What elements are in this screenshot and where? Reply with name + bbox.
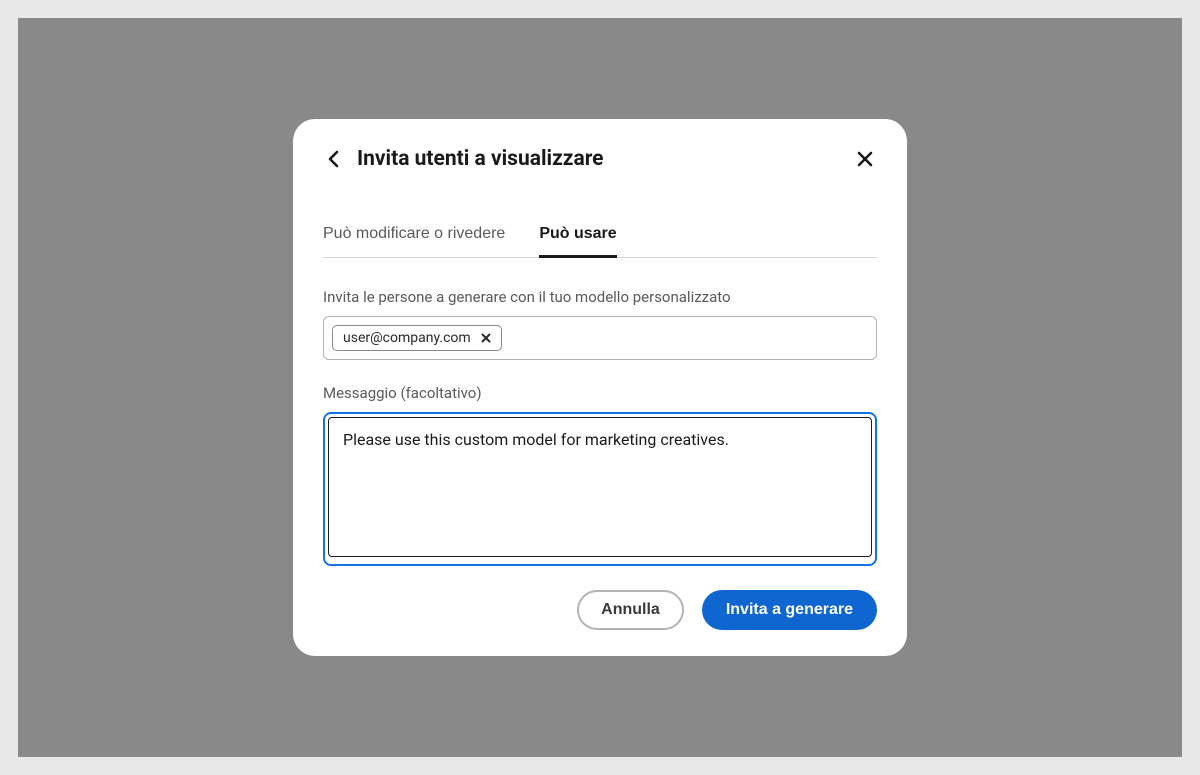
tabs: Può modificare o rivedere Può usare: [323, 225, 877, 258]
chevron-left-icon: [328, 150, 339, 168]
back-button[interactable]: [323, 149, 343, 169]
cancel-button[interactable]: Annulla: [577, 590, 684, 630]
dialog-title: Invita utenti a visualizzare: [357, 147, 604, 171]
email-input[interactable]: [508, 326, 868, 350]
close-icon: [481, 333, 491, 343]
email-chip: user@company.com: [332, 325, 502, 351]
tab-can-use[interactable]: Può usare: [539, 225, 616, 258]
message-label: Messaggio (facoltativo): [323, 384, 877, 402]
invite-dialog: Invita utenti a visualizzare Può modific…: [293, 119, 907, 656]
email-input-container[interactable]: user@company.com: [323, 316, 877, 360]
remove-chip-button[interactable]: [479, 331, 493, 345]
dialog-backdrop: Invita utenti a visualizzare Può modific…: [18, 18, 1182, 757]
invite-label: Invita le persone a generare con il tuo …: [323, 288, 877, 306]
dialog-footer: Annulla Invita a generare: [323, 590, 877, 630]
submit-button[interactable]: Invita a generare: [702, 590, 877, 630]
header-left: Invita utenti a visualizzare: [323, 147, 604, 171]
close-button[interactable]: [853, 147, 877, 171]
email-chip-text: user@company.com: [343, 330, 471, 346]
close-icon: [856, 150, 874, 168]
dialog-header: Invita utenti a visualizzare: [323, 147, 877, 171]
message-focus-ring: [323, 412, 877, 566]
tab-can-edit-review[interactable]: Può modificare o rivedere: [323, 225, 505, 258]
message-textarea[interactable]: [328, 417, 872, 557]
